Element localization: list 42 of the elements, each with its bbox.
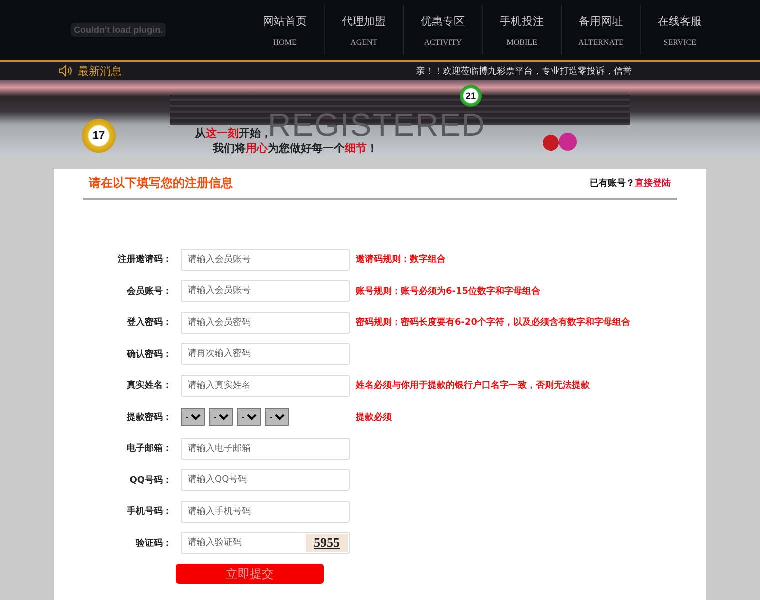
field-label: 真实姓名：	[126, 379, 172, 392]
banner-slogan: 我们将用心为您做好每一个细节！	[213, 142, 378, 155]
field-label: 登入密码：	[126, 316, 172, 330]
nav-link[interactable]: 手机投注 MOBILE	[482, 5, 562, 55]
banner-slogan: 从这一刻开始，	[195, 127, 272, 140]
field-label: 手机号码：	[126, 505, 172, 518]
lottery-ball: 17	[82, 119, 116, 153]
input-field[interactable]: 请输入会员账号	[181, 248, 350, 271]
input-field[interactable]: 请输入电子邮箱	[181, 438, 350, 460]
captcha-image[interactable]: 5955	[306, 534, 348, 552]
input-field[interactable]: 请输入会员账号	[181, 280, 350, 302]
form-title: 请在以下填写您的注册信息	[89, 175, 233, 192]
field-label: 提款密码：	[126, 411, 172, 424]
field-hint: 密码规则：密码长度要有6-20个字符，以及必须含有数字和字母组合	[356, 316, 631, 330]
news-label: 最新消息	[78, 64, 122, 78]
field-label: 确认密码：	[126, 348, 172, 361]
field-hint: 提款必须	[356, 411, 392, 424]
field-label: 会员账号：	[126, 286, 172, 298]
login-prompt: 已有账号？	[590, 178, 635, 190]
input-field[interactable]: 请再次输入密码	[181, 343, 350, 366]
nav-link[interactable]: 网站首页 HOME	[246, 5, 324, 55]
field-hint: 姓名必须与你用于提款的银行户口名字一致，否则无法提款	[356, 379, 590, 392]
field-label: 注册邀请码：	[117, 253, 172, 266]
nav-link[interactable]: 在线客服 SERVICE	[640, 5, 720, 55]
news-text: 亲！！欢迎莅临博九彩票平台，专业打造零投诉，信誉	[416, 66, 632, 78]
field-label: 电子邮箱：	[126, 442, 172, 456]
field-hint: 邀请码规则：数字组合	[356, 253, 446, 266]
speaker-icon	[58, 64, 74, 78]
input-field[interactable]: 请输入手机号码	[181, 500, 350, 523]
input-field[interactable]: 请输入会员密码	[181, 312, 350, 334]
input-field[interactable]: 请输入真实姓名	[181, 374, 350, 397]
nav-link[interactable]: 代理加盟 AGENT	[324, 5, 404, 55]
lottery-ball: 21	[460, 85, 482, 107]
login-link[interactable]: 直接登陆	[635, 177, 671, 190]
lottery-balls-drawing	[543, 133, 577, 153]
plugin-notice: Couldn't load plugin.	[71, 23, 166, 37]
input-field[interactable]: 请输入QQ号码	[181, 469, 350, 492]
nav-link[interactable]: 备用网址 ALTERNATE	[561, 5, 640, 55]
field-hint: 账号规则：账号必须为6-15位数字和字母组合	[356, 285, 541, 298]
field-label: 验证码：	[134, 538, 172, 550]
field-label: QQ号码：	[128, 474, 172, 487]
nav-link[interactable]: 优惠专区 ACTIVITY	[403, 5, 482, 55]
